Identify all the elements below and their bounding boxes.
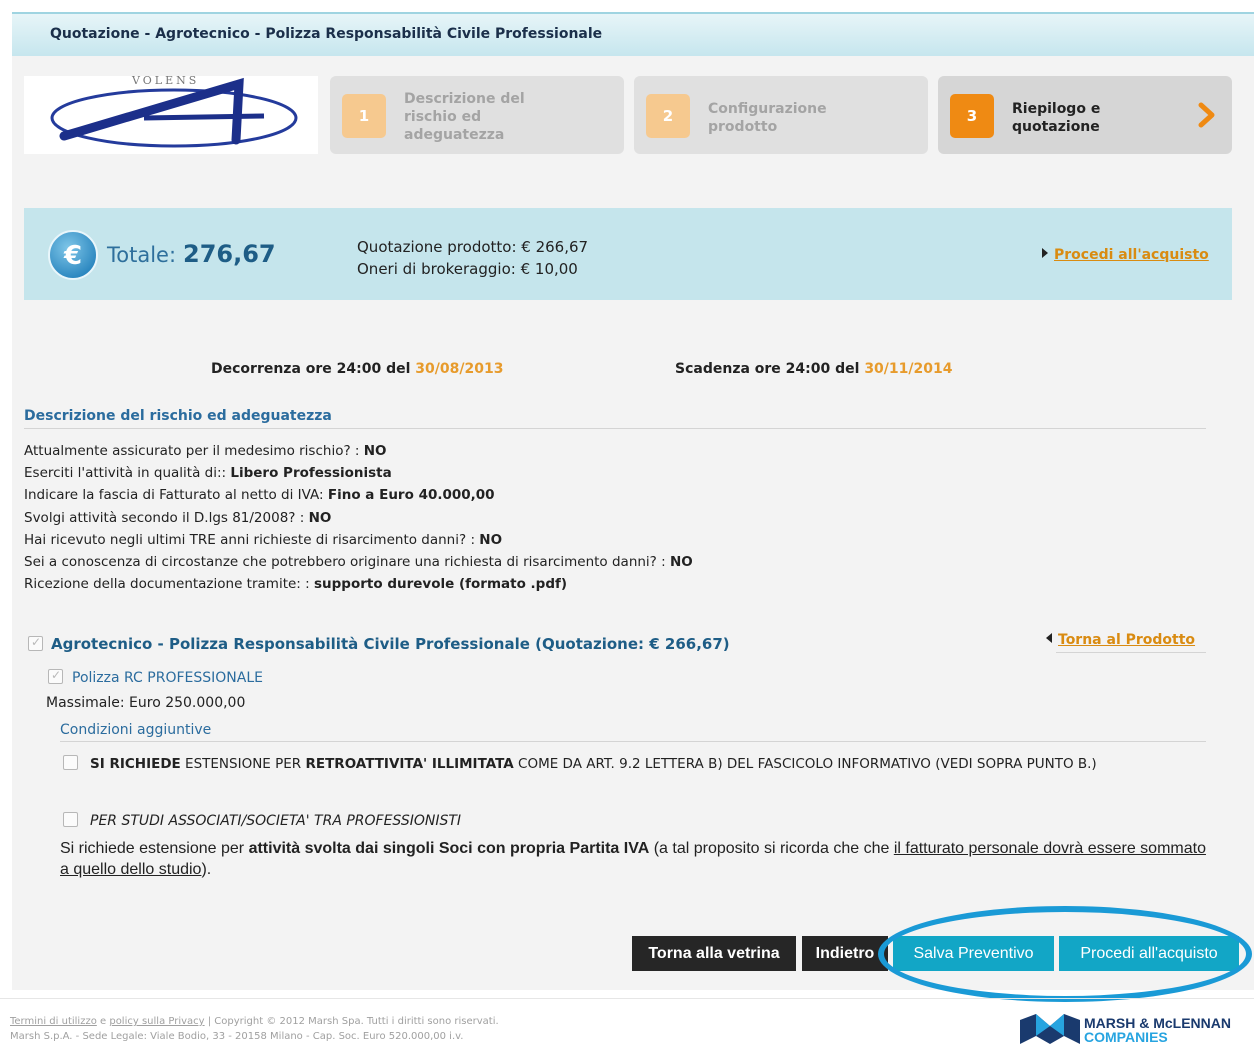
- end-date-label: Scadenza ore 24:00 del: [675, 361, 860, 377]
- question: Ricezione della documentazione tramite: …: [24, 576, 314, 593]
- copyright: | Copyright © 2012 Marsh Spa. Tutti i di…: [204, 1016, 499, 1027]
- back-button[interactable]: Indietro: [802, 936, 888, 971]
- answer: NO: [669, 554, 693, 571]
- start-date: Decorrenza ore 24:00 del 30/08/2013: [211, 361, 503, 377]
- end-date: Scadenza ore 24:00 del 30/11/2014: [675, 361, 952, 377]
- answer: Fino a Euro 40.000,00: [327, 487, 495, 504]
- question: Svolgi attività secondo il D.lgs 81/2008…: [24, 509, 309, 526]
- marsh-mclennan-logo-icon: [1020, 1014, 1080, 1044]
- list-item: Svolgi attività secondo il D.lgs 81/2008…: [24, 507, 693, 529]
- step-number: 3: [950, 94, 994, 138]
- list-item: Attualmente assicurato per il medesimo r…: [24, 440, 693, 462]
- footer-text: Termini di utilizzo e policy sulla Priva…: [10, 1016, 499, 1042]
- page-header: Quotazione - Agrotecnico - Polizza Respo…: [12, 12, 1254, 56]
- product-title: Agrotecnico - Polizza Responsabilità Civ…: [51, 635, 730, 653]
- product-checkbox[interactable]: [28, 635, 43, 651]
- step-number: 1: [342, 94, 386, 138]
- divider: [60, 741, 1206, 742]
- option-title: PER STUDI ASSOCIATI/SOCIETA' TRA PROFESS…: [90, 813, 462, 829]
- page-title: Quotazione - Agrotecnico - Polizza Respo…: [50, 26, 603, 42]
- start-date-value: 30/08/2013: [415, 361, 504, 377]
- list-item: Hai ricevuto negli ultimi TRE anni richi…: [24, 529, 693, 551]
- answer: NO: [308, 509, 332, 526]
- step-label: Descrizione del rischio ed adeguatezza: [404, 91, 525, 143]
- marsh-mclennan-brand: MARSH & McLENNAN COMPANIES: [1084, 1016, 1231, 1044]
- risk-answers-list: Attualmente assicurato per il medesimo r…: [24, 440, 693, 595]
- step-summary-quote[interactable]: 3 Riepilogo e quotazione: [938, 76, 1232, 154]
- option-text: SI RICHIEDE ESTENSIONE PER RETROATTIVITA…: [90, 756, 1097, 772]
- back-to-showcase-button[interactable]: Torna alla vetrina: [632, 936, 796, 971]
- divider: [0, 998, 1254, 999]
- question: Sei a conoscenza di circostanze che potr…: [24, 554, 670, 571]
- privacy-link[interactable]: policy sulla Privacy: [109, 1016, 204, 1027]
- product-header: Agrotecnico - Polizza Responsabilità Civ…: [28, 635, 730, 653]
- step-label: Riepilogo e quotazione: [1012, 101, 1101, 135]
- additional-conditions-title: Condizioni aggiuntive: [60, 722, 212, 738]
- proceed-purchase-link[interactable]: Procedi all'acquisto: [1042, 247, 1209, 263]
- euro-icon: €: [48, 230, 98, 280]
- question: Attualmente assicurato per il medesimo r…: [24, 443, 364, 459]
- svg-text:VOLENS: VOLENS: [131, 76, 199, 87]
- option-description: Si richiede estensione per attività svol…: [60, 840, 1206, 878]
- step-number: 2: [646, 94, 690, 138]
- total-value: 276,67: [183, 240, 276, 268]
- company-logo: VOLENS: [24, 74, 318, 154]
- arrow-right-icon: [1042, 248, 1048, 258]
- policy-label: Polizza RC PROFESSIONALE: [72, 670, 263, 686]
- brand-sub: COMPANIES: [1084, 1029, 1168, 1045]
- end-date-value: 30/11/2014: [864, 361, 953, 377]
- quote-breakdown: Quotazione prodotto: € 266,67 Oneri di b…: [357, 236, 588, 280]
- back-to-product-label: Torna al Prodotto: [1058, 632, 1196, 648]
- list-item: Eserciti l'attività in qualità di:: Libe…: [24, 462, 693, 484]
- question: Indicare la fascia di Fatturato al netto…: [24, 487, 328, 504]
- divider: [24, 428, 1206, 429]
- product-quote: Quotazione prodotto: € 266,67: [357, 238, 589, 256]
- policy-checkbox[interactable]: [48, 668, 63, 684]
- option-unlimited-retroactivity: SI RICHIEDE ESTENSIONE PER RETROATTIVITA…: [60, 755, 1200, 774]
- policy-limit: Massimale: Euro 250.000,00: [46, 695, 246, 711]
- step-product-config[interactable]: 2 Configurazione prodotto: [634, 76, 928, 154]
- associated-studios-checkbox[interactable]: [63, 812, 78, 827]
- policy-item: Polizza RC PROFESSIONALE: [48, 668, 263, 686]
- list-item: Sei a conoscenza di circostanze che potr…: [24, 551, 693, 573]
- list-item: Indicare la fascia di Fatturato al netto…: [24, 484, 693, 506]
- answer: NO: [479, 531, 503, 548]
- divider: [1056, 652, 1206, 653]
- step-label: Configurazione prodotto: [708, 101, 827, 135]
- proceed-purchase-link-label: Procedi all'acquisto: [1054, 247, 1209, 263]
- legal-info: Marsh S.p.A. - Sede Legale: Viale Bodio,…: [10, 1031, 464, 1042]
- chevron-right-icon: [1198, 102, 1215, 128]
- option-associated-studios: PER STUDI ASSOCIATI/SOCIETA' TRA PROFESS…: [63, 812, 461, 829]
- start-date-label: Decorrenza ore 24:00 del: [211, 361, 411, 377]
- highlight-annotation: [878, 906, 1252, 1002]
- retroactivity-checkbox[interactable]: [63, 755, 78, 770]
- answer: supporto durevole (formato .pdf): [313, 576, 568, 593]
- risk-section-title: Descrizione del rischio ed adeguatezza: [24, 408, 332, 424]
- total-label: Totale:: [107, 243, 177, 267]
- back-to-product-link[interactable]: Torna al Prodotto: [1046, 632, 1195, 648]
- answer: Libero Professionista: [230, 465, 392, 482]
- arrow-left-icon: [1046, 633, 1052, 643]
- question: Hai ricevuto negli ultimi TRE anni richi…: [24, 531, 480, 548]
- step-risk-description[interactable]: 1 Descrizione del rischio ed adeguatezza: [330, 76, 624, 154]
- brokerage-fee: Oneri di brokeraggio: € 10,00: [357, 260, 578, 278]
- terms-link[interactable]: Termini di utilizzo: [10, 1016, 97, 1027]
- answer: NO: [363, 443, 387, 459]
- list-item: Ricezione della documentazione tramite: …: [24, 573, 693, 595]
- question: Eserciti l'attività in qualità di::: [24, 465, 231, 482]
- svg-text:€: €: [63, 241, 82, 271]
